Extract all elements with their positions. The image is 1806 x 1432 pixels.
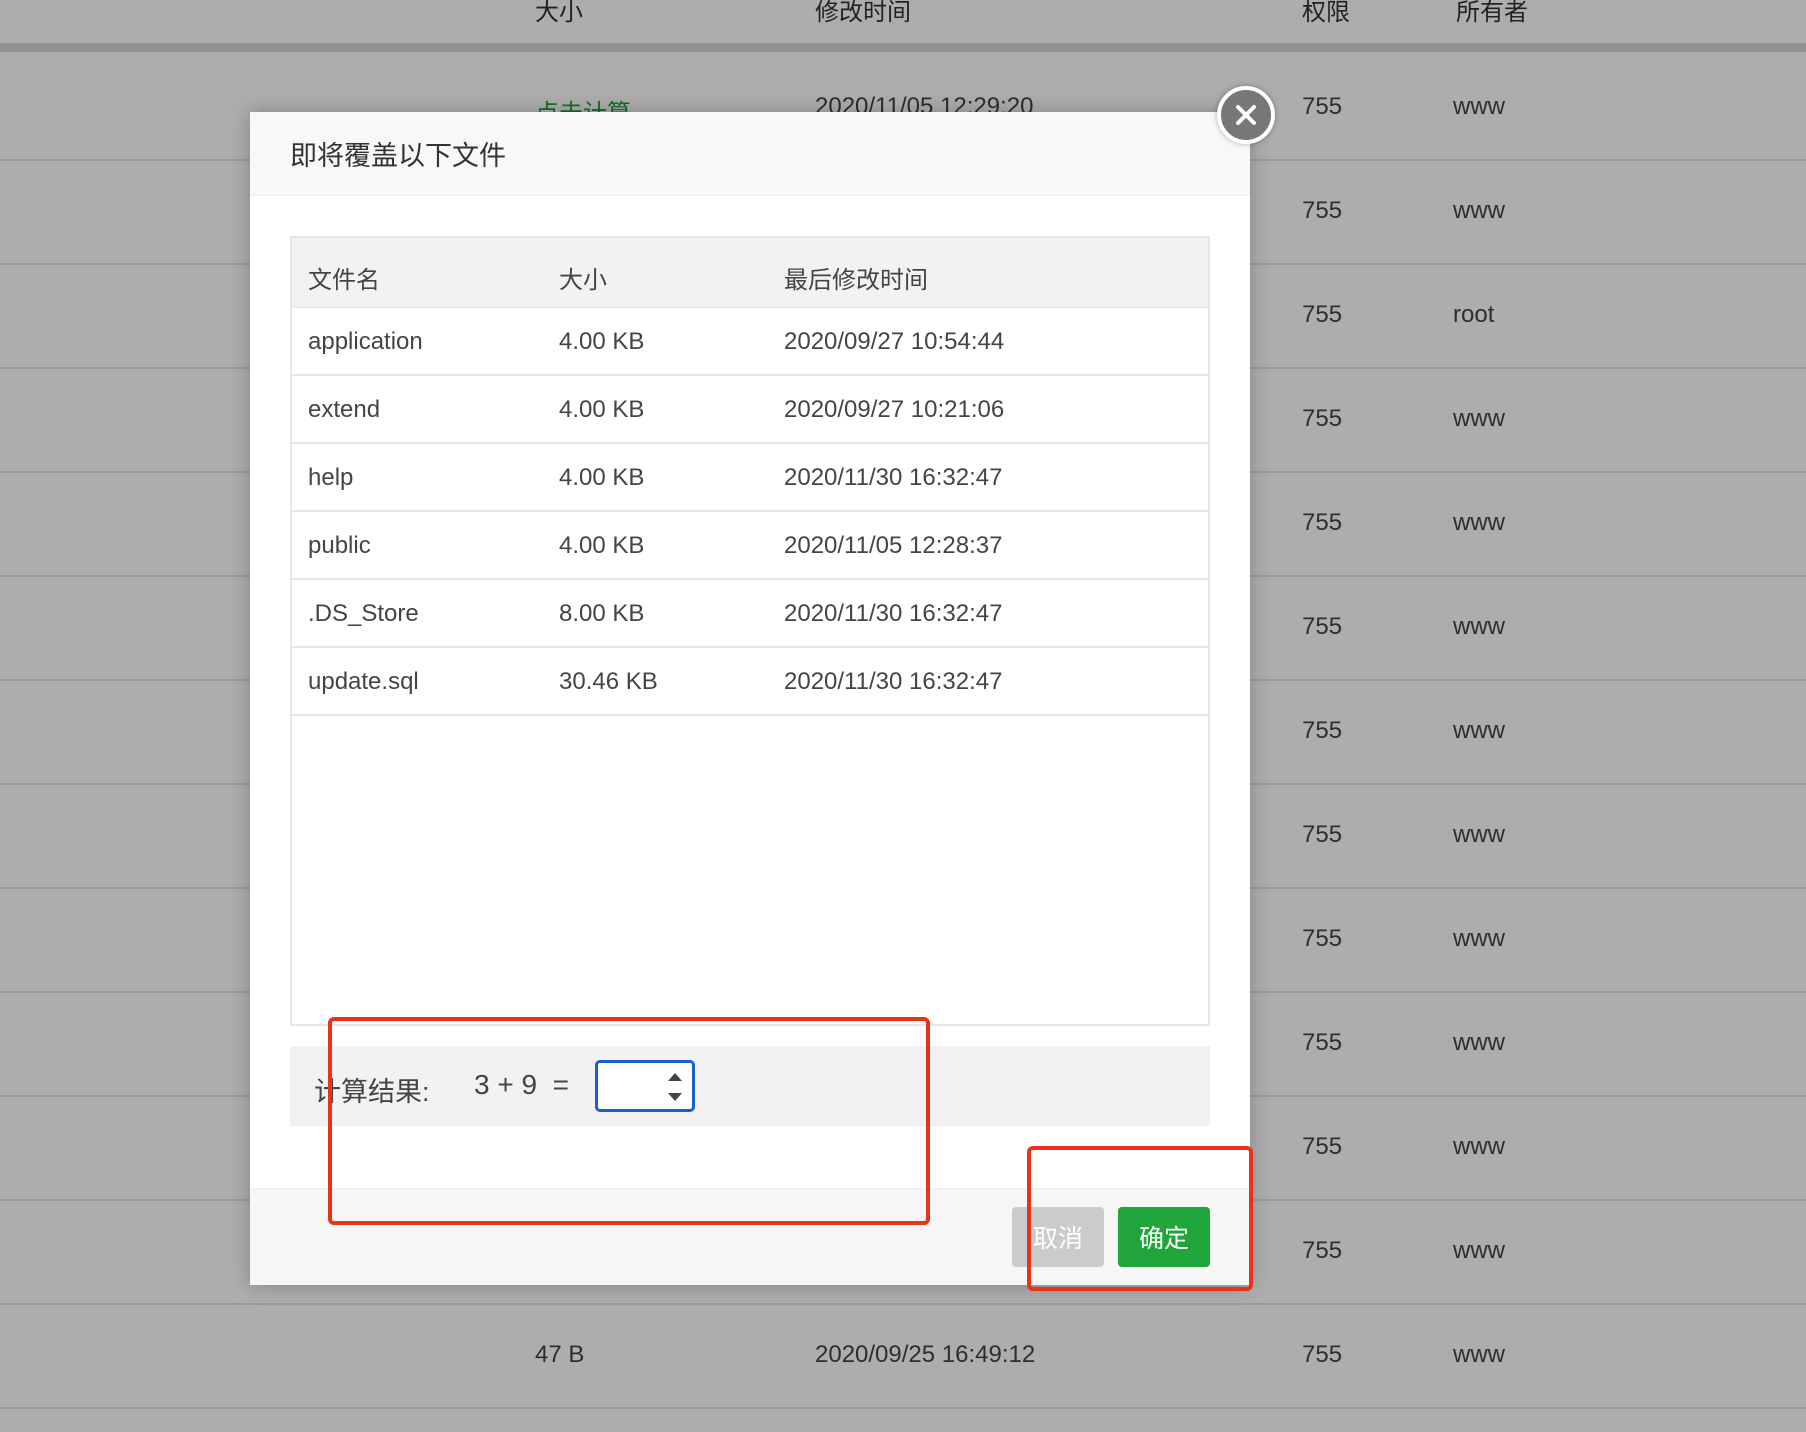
file-row: public 4.00 KB 2020/11/05 12:28:37: [292, 512, 1208, 580]
file-row: update.sql 30.46 KB 2020/11/30 16:32:47: [292, 648, 1208, 716]
file-name: update.sql: [308, 668, 419, 695]
file-modified: 2020/11/30 16:32:47: [784, 600, 1003, 627]
file-size: 30.46 KB: [559, 668, 658, 695]
file-size: 4.00 KB: [559, 396, 645, 423]
dialog-header: 即将覆盖以下文件: [250, 112, 1250, 196]
dialog-title: 即将覆盖以下文件: [290, 141, 506, 171]
file-modified: 2020/11/30 16:32:47: [784, 464, 1003, 491]
column-modified: 最后修改时间: [784, 267, 928, 294]
file-name: public: [308, 532, 371, 559]
file-name: application: [308, 328, 423, 355]
file-modified: 2020/11/05 12:28:37: [784, 532, 1003, 559]
highlight-box-buttons: [1027, 1146, 1253, 1291]
file-size: 4.00 KB: [559, 532, 645, 559]
column-name: 文件名: [308, 267, 380, 294]
file-name: help: [308, 464, 354, 491]
file-size: 4.00 KB: [559, 328, 645, 355]
close-icon: [1236, 105, 1256, 125]
highlight-box-captcha: [328, 1017, 930, 1225]
file-row: help 4.00 KB 2020/11/30 16:32:47: [292, 444, 1208, 512]
file-size: 8.00 KB: [559, 600, 645, 627]
column-size: 大小: [559, 267, 607, 294]
file-table-header: 文件名 大小 最后修改时间: [292, 238, 1208, 308]
file-modified: 2020/09/27 10:54:44: [784, 328, 1005, 355]
file-table: 文件名 大小 最后修改时间 application 4.00 KB 2020/09/…: [290, 236, 1210, 1026]
file-size: 4.00 KB: [559, 464, 645, 491]
close-button[interactable]: [1217, 86, 1275, 144]
file-modified: 2020/09/27 10:21:06: [784, 396, 1005, 423]
file-name: extend: [308, 396, 381, 423]
file-row: application 4.00 KB 2020/09/27 10:54:44: [292, 308, 1208, 376]
file-name: .DS_Store: [308, 600, 419, 627]
file-row: .DS_Store 8.00 KB 2020/11/30 16:32:47: [292, 580, 1208, 648]
file-modified: 2020/11/30 16:32:47: [784, 668, 1003, 695]
file-row: extend 4.00 KB 2020/09/27 10:21:06: [292, 376, 1208, 444]
